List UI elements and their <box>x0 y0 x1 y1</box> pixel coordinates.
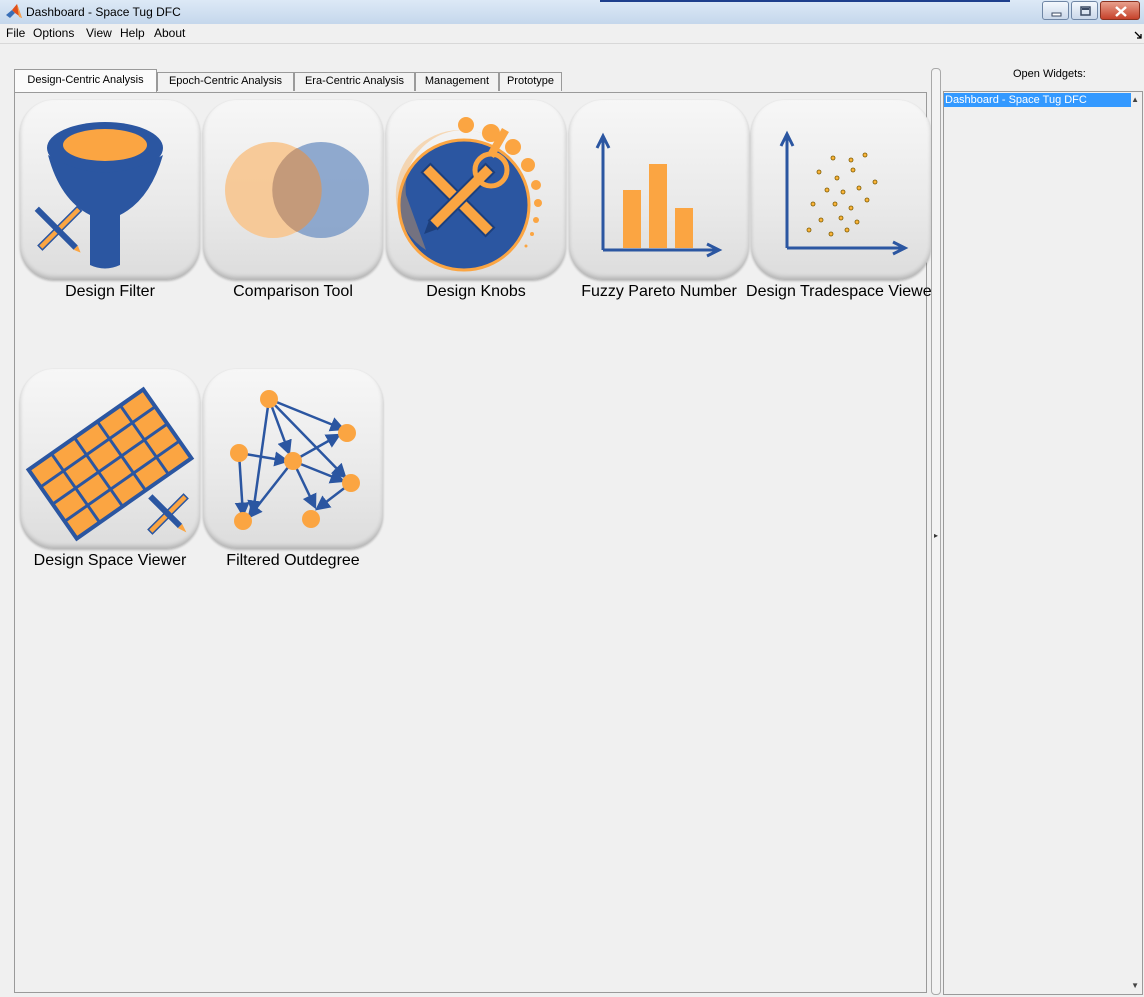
expand-arrow-icon[interactable]: ▸ <box>934 531 938 540</box>
tab-era-centric-analysis[interactable]: Era-Centric Analysis <box>294 72 415 91</box>
tab-design-centric-analysis[interactable]: Design-Centric Analysis <box>14 69 157 92</box>
design-filter-label: Design Filter <box>65 283 155 300</box>
comparison-tool-label: Comparison Tool <box>233 283 353 300</box>
minimize-button[interactable] <box>1042 1 1069 20</box>
open-widgets-header: Open Widgets: <box>1013 68 1086 80</box>
tab-epoch-centric-analysis[interactable]: Epoch-Centric Analysis <box>157 72 294 91</box>
undock-icon[interactable] <box>1134 28 1142 42</box>
bar-chart-icon <box>595 132 723 258</box>
tab-management[interactable]: Management <box>415 72 499 91</box>
tab-prototype[interactable]: Prototype <box>499 72 562 91</box>
title-bar-accent <box>600 0 1010 2</box>
design-space-viewer-button[interactable] <box>20 369 200 549</box>
menu-file[interactable]: File <box>6 26 25 40</box>
close-button[interactable] <box>1100 1 1140 20</box>
filtered-outdegree-label: Filtered Outdegree <box>226 552 360 569</box>
scroll-down-arrow-icon[interactable]: ▼ <box>1131 981 1139 990</box>
menu-about[interactable]: About <box>154 26 185 40</box>
network-graph-icon <box>230 390 360 530</box>
knob-icon <box>395 117 542 272</box>
open-widgets-list[interactable]: Dashboard - Space Tug DFC ▲ ▼ <box>943 91 1143 995</box>
design-knobs-label: Design Knobs <box>426 283 526 300</box>
matlab-app-icon <box>6 4 22 20</box>
fuzzy-pareto-number-button[interactable] <box>569 100 749 280</box>
scatter-plot-icon <box>779 130 909 256</box>
fuzzy-pareto-number-label: Fuzzy Pareto Number <box>581 283 737 300</box>
panel-splitter[interactable]: ▸ <box>931 68 941 995</box>
design-knobs-button[interactable] <box>386 100 566 280</box>
scroll-up-arrow-icon[interactable]: ▲ <box>1131 95 1139 104</box>
funnel-icon <box>34 122 163 269</box>
open-widget-item[interactable]: Dashboard - Space Tug DFC <box>944 93 1131 107</box>
design-tradespace-viewer-label: Design Tradespace Viewer <box>746 283 937 300</box>
window-title: Dashboard - Space Tug DFC <box>26 5 181 19</box>
restore-button[interactable] <box>1071 1 1098 20</box>
menu-bar: File Options View Help About <box>0 24 1144 44</box>
comparison-tool-button[interactable] <box>203 100 383 280</box>
title-bar: Dashboard - Space Tug DFC <box>0 0 1144 25</box>
design-centric-panel: Design Filter Comparison Tool Design Kno… <box>14 92 937 993</box>
menu-options[interactable]: Options <box>33 26 74 40</box>
menu-help[interactable]: Help <box>120 26 145 40</box>
design-tradespace-viewer-button[interactable] <box>751 100 931 280</box>
menu-view[interactable]: View <box>86 26 112 40</box>
venn-icon <box>225 142 369 238</box>
filtered-outdegree-button[interactable] <box>203 369 383 549</box>
grid-icon <box>25 386 195 542</box>
design-space-viewer-label: Design Space Viewer <box>33 552 187 569</box>
design-filter-button[interactable] <box>20 100 200 280</box>
